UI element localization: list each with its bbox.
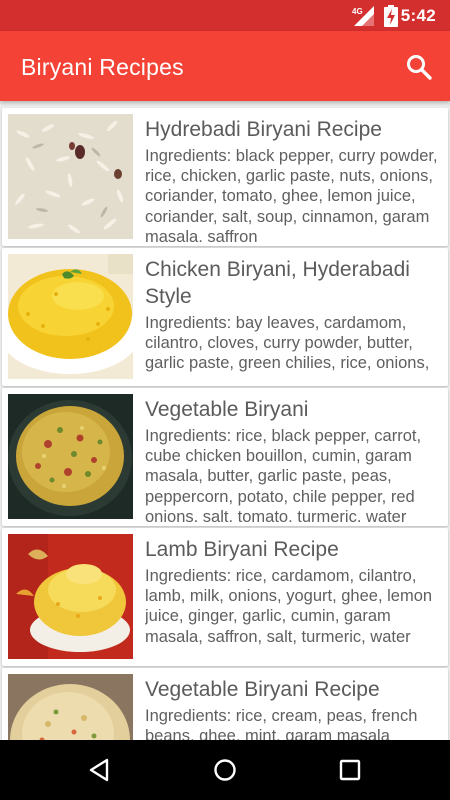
- recipe-thumbnail: [8, 394, 133, 519]
- recipe-text: Vegetable Biryani Recipe Ingredients: ri…: [145, 676, 445, 740]
- rice-dish-image: [8, 114, 133, 239]
- app-bar: Biryani Recipes: [0, 31, 450, 101]
- search-icon[interactable]: [404, 52, 434, 82]
- recipe-title: Hydrebadi Biryani Recipe: [145, 118, 382, 141]
- lamb-biryani-image: [8, 534, 133, 659]
- recipe-title: Vegetable Biryani: [145, 398, 309, 421]
- recipe-thumbnail: [8, 674, 133, 740]
- vegetable-biryani-recipe-image: [8, 674, 133, 740]
- recipe-ingredients: Ingredients: rice, cream, peas, french b…: [145, 707, 418, 740]
- recipe-ingredients: Ingredients: rice, black pepper, carrot,…: [145, 427, 422, 522]
- home-circle-icon[interactable]: [212, 757, 238, 783]
- recipe-text: Chicken Biryani, Hyderabadi Style Ingred…: [145, 256, 445, 382]
- recipe-card[interactable]: Hydrebadi Biryani Recipe Ingredients: bl…: [2, 108, 448, 246]
- recipe-ingredients: Ingredients: rice, cardamom, cilantro, l…: [145, 567, 433, 646]
- recipe-text: Vegetable Biryani Ingredients: rice, bla…: [145, 396, 445, 522]
- recipe-list[interactable]: Hydrebadi Biryani Recipe Ingredients: bl…: [0, 104, 450, 740]
- battery-charging-icon: [384, 5, 398, 27]
- recipe-thumbnail: [8, 114, 133, 239]
- back-triangle-icon[interactable]: [87, 757, 113, 783]
- recipe-title: Lamb Biryani Recipe: [145, 538, 339, 561]
- recipe-card[interactable]: Vegetable Biryani Recipe Ingredients: ri…: [2, 668, 448, 740]
- recipe-text: Hydrebadi Biryani Recipe Ingredients: bl…: [145, 116, 445, 242]
- recipe-title: Chicken Biryani, Hyderabadi Style: [145, 258, 410, 308]
- status-bar: 4G 5:42: [0, 0, 450, 31]
- recipe-text: Lamb Biryani Recipe Ingredients: rice, c…: [145, 536, 445, 662]
- network-type-label: 4G: [352, 7, 363, 16]
- vegetable-biryani-image: [8, 394, 133, 519]
- recipe-title: Vegetable Biryani Recipe: [145, 678, 380, 701]
- recipe-card[interactable]: Vegetable Biryani Ingredients: rice, bla…: [2, 388, 448, 526]
- recipe-thumbnail: [8, 534, 133, 659]
- navigation-bar: [0, 740, 450, 800]
- status-time: 5:42: [400, 6, 436, 25]
- recents-square-icon[interactable]: [337, 757, 363, 783]
- recipe-ingredients: Ingredients: bay leaves, cardamom, cilan…: [145, 314, 430, 373]
- app-title: Biryani Recipes: [21, 54, 184, 80]
- recipe-card[interactable]: Lamb Biryani Recipe Ingredients: rice, c…: [2, 528, 448, 666]
- yellow-biryani-image: [8, 254, 133, 379]
- signal-4g-icon: 4G: [352, 6, 374, 26]
- screen: 4G 5:42 Biryani Recipes Hydrebadi Biryan…: [0, 0, 450, 800]
- recipe-card[interactable]: Chicken Biryani, Hyderabadi Style Ingred…: [2, 248, 448, 386]
- recipe-ingredients: Ingredients: black pepper, curry powder,…: [145, 147, 438, 242]
- recipe-thumbnail: [8, 254, 133, 379]
